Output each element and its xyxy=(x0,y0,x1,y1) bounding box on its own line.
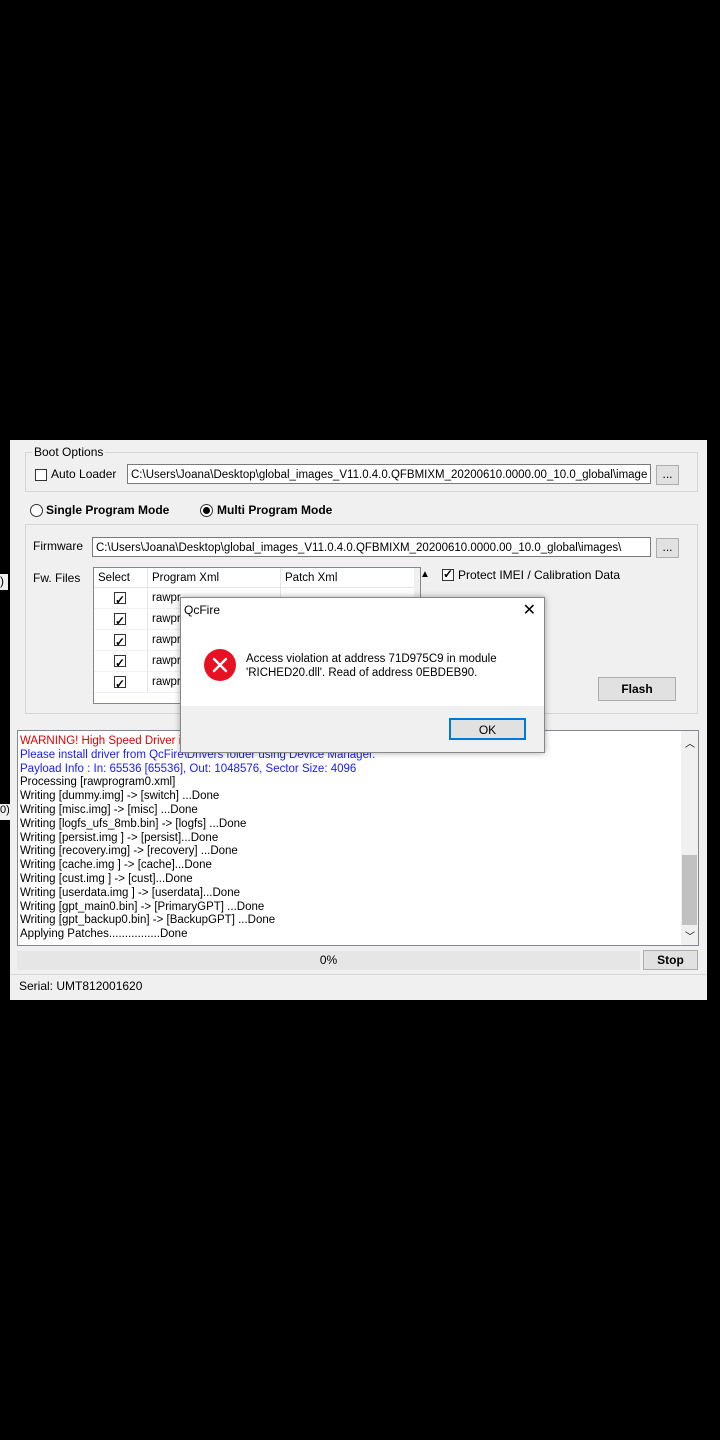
dialog-title: QcFire xyxy=(184,603,220,617)
auto-loader-browse-button[interactable]: ... xyxy=(656,465,679,485)
grid-select-cell[interactable] xyxy=(94,651,148,672)
serial-status: Serial: UMT812001620 xyxy=(19,979,143,993)
row-select-checkbox[interactable] xyxy=(114,674,126,692)
log-line: Writing [cache.img ] -> [cache]...Done xyxy=(20,859,212,872)
firmware-label: Firmware xyxy=(33,539,83,553)
log-line: Writing [userdata.img ] -> [userdata]...… xyxy=(20,886,240,899)
auto-loader-checkbox[interactable] xyxy=(35,469,47,481)
log-line: Writing [dummy.img] -> [switch] ...Done xyxy=(20,790,220,803)
log-line: Applying Patches................Done xyxy=(20,928,188,941)
log-line: Writing [logfs_ufs_8mb.bin] -> [logfs] .… xyxy=(20,817,247,830)
single-program-mode-radio[interactable] xyxy=(30,504,43,517)
log-line: Processing [rawprogram0.xml] xyxy=(20,776,176,789)
column-header-patch-xml[interactable]: Patch Xml xyxy=(281,568,415,588)
auto-loader-label: Auto Loader xyxy=(51,467,117,481)
progress-label: 0% xyxy=(319,953,338,967)
grid-select-cell[interactable] xyxy=(94,609,148,630)
log-output[interactable]: WARNING! High Speed Driver is Please inst… xyxy=(17,730,699,946)
multi-program-mode-radio[interactable] xyxy=(200,504,213,517)
scroll-up-arrow-icon[interactable]: ▲ xyxy=(420,569,430,580)
log-line: Writing [recovery.img] -> [recovery] ...… xyxy=(20,845,238,858)
log-line: Payload Info : In: 65536 [65536], Out: 1… xyxy=(20,762,357,775)
dialog-message-line2: 'RICHED20.dll'. Read of address 0EBDEB90… xyxy=(246,667,478,679)
log-line: Writing [gpt_backup0.bin] -> [BackupGPT]… xyxy=(20,914,276,927)
single-program-mode-label: Single Program Mode xyxy=(46,503,170,517)
auto-loader-path-input[interactable]: C:\Users\Joana\Desktop\global_images_V11… xyxy=(127,464,651,484)
ok-button[interactable]: OK xyxy=(449,718,526,740)
flash-button[interactable]: Flash xyxy=(598,677,676,701)
boot-options-legend: Boot Options xyxy=(32,445,106,459)
scroll-down-icon[interactable]: ﹀ xyxy=(685,928,695,943)
log-line: Writing [misc.img] -> [misc] ...Done xyxy=(20,804,198,816)
clipped-text-fragment: 0) xyxy=(0,804,10,820)
row-select-checkbox[interactable] xyxy=(114,653,126,671)
progress-bar: 0% xyxy=(17,951,640,970)
status-bar: Serial: UMT812001620 xyxy=(10,974,707,1000)
protect-imei-checkbox[interactable] xyxy=(442,567,454,581)
grid-select-cell[interactable] xyxy=(94,630,148,651)
fw-files-label: Fw. Files xyxy=(33,571,81,585)
firmware-path-input[interactable]: C:\Users\Joana\Desktop\global_images_V11… xyxy=(92,537,651,557)
multi-program-mode-label: Multi Program Mode xyxy=(217,503,333,517)
log-line: WARNING! High Speed Driver is xyxy=(20,735,188,747)
row-select-checkbox[interactable] xyxy=(114,611,126,629)
close-icon[interactable]: ✕ xyxy=(523,600,536,620)
grid-select-cell[interactable] xyxy=(94,588,148,609)
log-line: Writing [cust.img ] -> [cust]...Done xyxy=(20,873,193,885)
column-header-program-xml[interactable]: Program Xml xyxy=(148,568,281,588)
column-header-select[interactable]: Select xyxy=(94,568,148,588)
firmware-browse-button[interactable]: ... xyxy=(656,538,679,558)
error-dialog: QcFire ✕ Access violation at address 71D… xyxy=(180,597,545,753)
log-line: Writing [persist.img ] -> [persist]...Do… xyxy=(20,831,219,844)
log-scroll-thumb[interactable] xyxy=(682,855,697,925)
grid-select-cell[interactable] xyxy=(94,672,148,693)
error-icon xyxy=(204,649,236,681)
protect-imei-label: Protect IMEI / Calibration Data xyxy=(458,568,621,582)
clipped-text-fragment: ) xyxy=(0,574,8,590)
log-line: Writing [gpt_main0.bin] -> [PrimaryGPT] … xyxy=(20,900,265,913)
row-select-checkbox[interactable] xyxy=(114,632,126,650)
dialog-footer: OK xyxy=(181,706,544,752)
stop-button[interactable]: Stop xyxy=(643,950,698,970)
dialog-message-line1: Access violation at address 71D975C9 in … xyxy=(246,653,497,665)
log-scrollbar[interactable]: ︿ ﹀ xyxy=(681,731,698,945)
scroll-up-icon[interactable]: ︿ xyxy=(685,735,695,750)
row-select-checkbox[interactable] xyxy=(114,590,126,608)
